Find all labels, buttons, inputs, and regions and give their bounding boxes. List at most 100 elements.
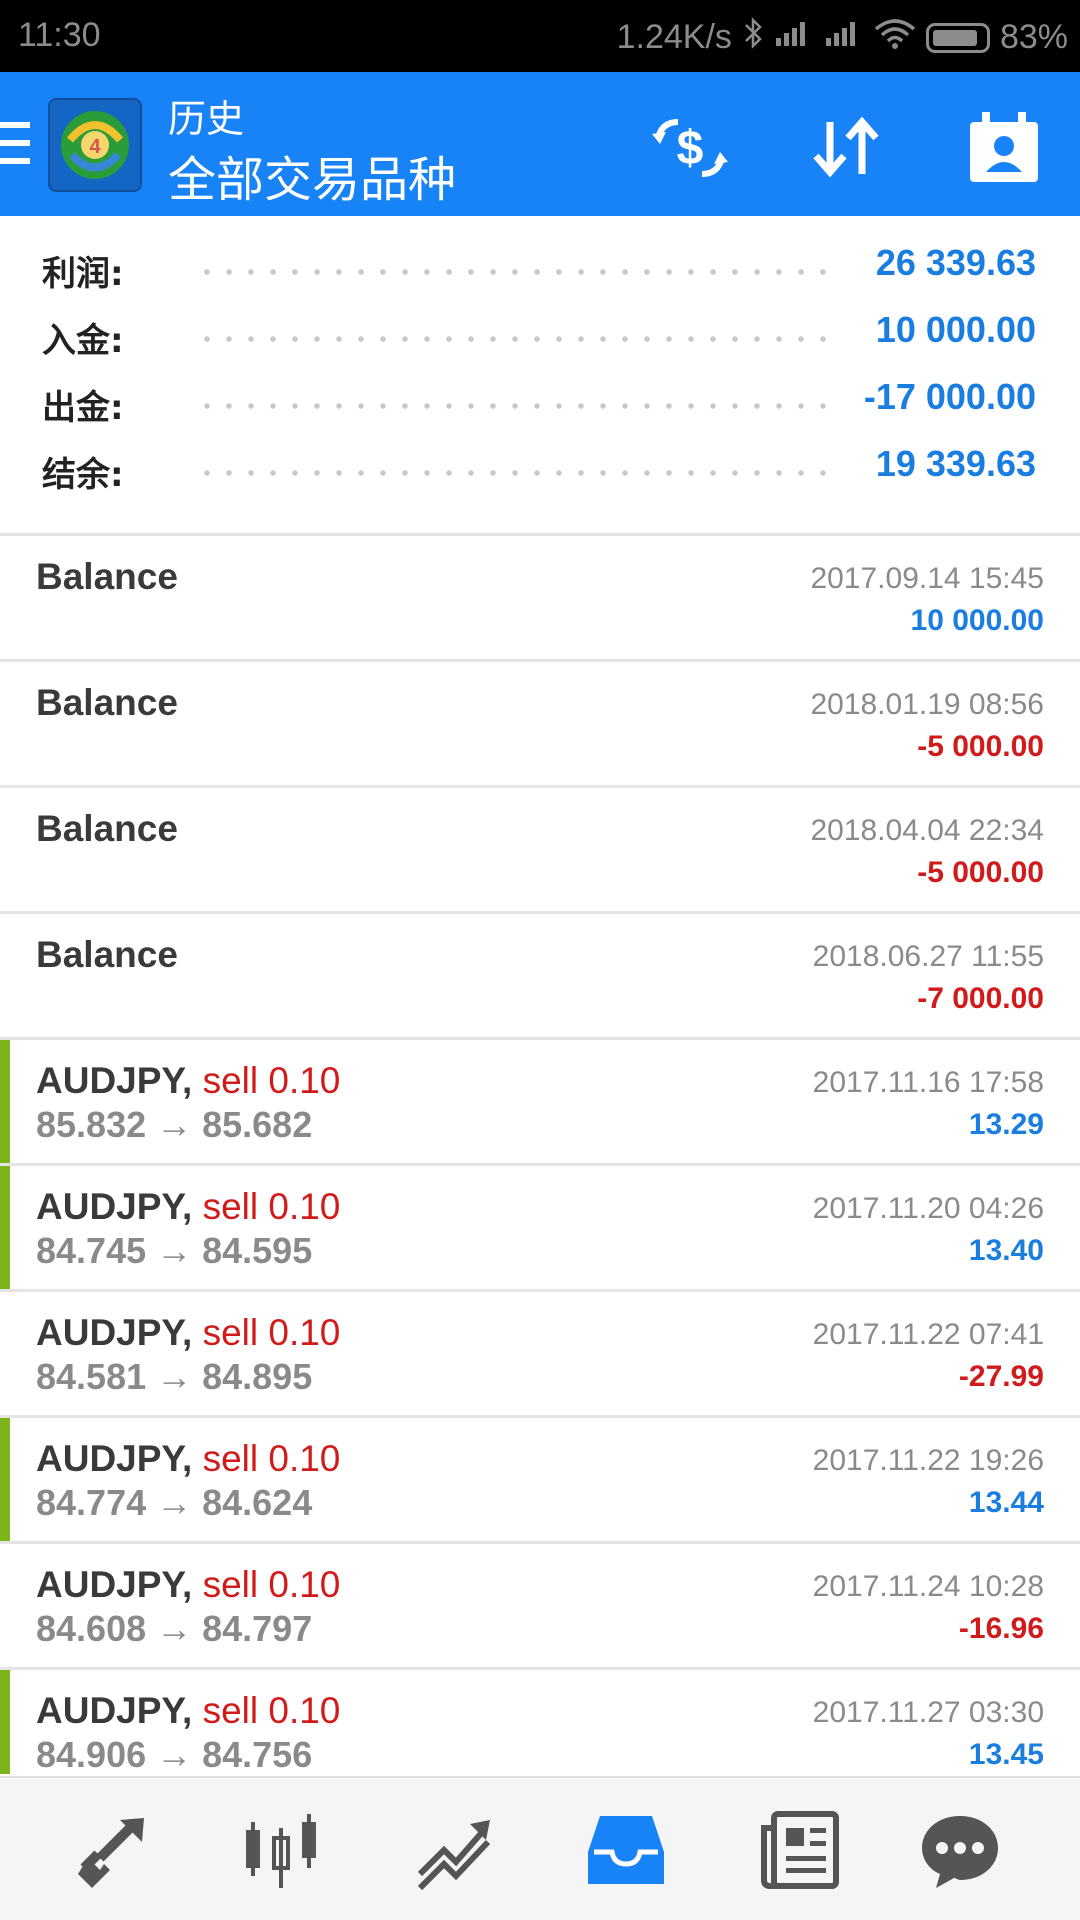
summary-label: 入金: xyxy=(42,321,124,361)
history-row[interactable]: AUDJPY, sell 0.10 84.906 → 84.756 2017.1… xyxy=(0,1670,1080,1774)
row-prices: 84.906 → 84.756 xyxy=(36,1734,313,1774)
row-side: sell 0.10 xyxy=(202,1438,341,1479)
row-date: 2017.11.22 07:41 xyxy=(812,1318,1044,1351)
bottom-navigation xyxy=(0,1776,1080,1920)
summary-row-deposit: 入金: 10 000.00 xyxy=(0,309,1080,380)
dot-leader xyxy=(196,268,836,276)
row-date: 2018.04.04 22:34 xyxy=(810,814,1044,847)
row-amount: -27.99 xyxy=(958,1360,1044,1393)
chart-candles-icon[interactable] xyxy=(240,1808,324,1892)
profit-bar xyxy=(0,1670,10,1774)
row-prices: 85.832 → 85.682 xyxy=(36,1104,313,1145)
history-row[interactable]: AUDJPY, sell 0.10 84.745 → 84.595 2017.1… xyxy=(0,1166,1080,1292)
row-title: AUDJPY, sell 0.10 xyxy=(36,1438,340,1480)
profit-bar xyxy=(0,1040,10,1163)
row-title: AUDJPY, sell 0.10 xyxy=(36,1312,340,1354)
battery-level: 83% xyxy=(999,18,1068,56)
row-symbol: AUDJPY, xyxy=(36,1186,193,1227)
chat-icon[interactable] xyxy=(918,1808,1002,1892)
row-symbol: Balance xyxy=(36,556,178,597)
app-bar: 4 历史 全部交易品种 $ xyxy=(0,72,1080,216)
row-title: AUDJPY, sell 0.10 xyxy=(36,1564,340,1606)
history-row[interactable]: Balance 2018.04.04 22:34 -5 000.00 xyxy=(0,788,1080,914)
row-prices: 84.774 → 84.624 xyxy=(36,1482,313,1523)
row-side: sell 0.10 xyxy=(202,1690,341,1731)
history-inbox-icon[interactable] xyxy=(584,1808,668,1892)
row-date: 2017.11.24 10:28 xyxy=(812,1570,1044,1603)
summary-label: 利润: xyxy=(42,254,124,294)
wifi-icon xyxy=(874,17,916,58)
currency-exchange-icon[interactable]: $ xyxy=(650,108,730,188)
dot-leader xyxy=(196,335,836,343)
row-symbol: AUDJPY, xyxy=(36,1564,193,1605)
row-symbol: AUDJPY, xyxy=(36,1312,193,1353)
dot-leader xyxy=(196,469,836,477)
quotes-arrows-icon[interactable] xyxy=(70,1808,154,1892)
row-amount: 13.45 xyxy=(968,1738,1044,1771)
row-symbol: Balance xyxy=(36,934,178,975)
row-date: 2017.09.14 15:45 xyxy=(810,562,1044,595)
status-icons: 1.24K/s 83% xyxy=(617,16,1068,59)
profit-bar xyxy=(0,1166,10,1289)
net-speed: 1.24K/s xyxy=(616,18,732,56)
signal-icon xyxy=(774,18,814,57)
summary-value: -17 000.00 xyxy=(863,376,1036,417)
summary-panel: 利润: 26 339.63 入金: 10 000.00 出金: -17 000.… xyxy=(0,216,1080,536)
row-date: 2018.06.27 11:55 xyxy=(812,940,1044,973)
row-amount: 10 000.00 xyxy=(910,604,1044,637)
row-side: sell 0.10 xyxy=(202,1060,341,1101)
battery-icon xyxy=(925,22,990,53)
summary-value: 19 339.63 xyxy=(875,443,1036,484)
summary-row-withdrawal: 出金: -17 000.00 xyxy=(0,376,1080,447)
app-logo[interactable]: 4 xyxy=(48,98,142,192)
summary-label: 结余: xyxy=(42,455,124,495)
summary-label: 出金: xyxy=(42,388,124,428)
history-row[interactable]: AUDJPY, sell 0.10 84.608 → 84.797 2017.1… xyxy=(0,1544,1080,1670)
row-symbol: AUDJPY, xyxy=(36,1690,193,1731)
dot-leader xyxy=(196,402,836,410)
summary-value: 26 339.63 xyxy=(875,242,1036,283)
row-date: 2017.11.27 03:30 xyxy=(812,1696,1044,1729)
row-date: 2017.11.20 04:26 xyxy=(812,1192,1044,1225)
row-side: sell 0.10 xyxy=(202,1564,341,1605)
history-row[interactable]: AUDJPY, sell 0.10 84.774 → 84.624 2017.1… xyxy=(0,1418,1080,1544)
news-icon[interactable] xyxy=(758,1808,842,1892)
row-amount: -5 000.00 xyxy=(917,856,1044,889)
history-row[interactable]: AUDJPY, sell 0.10 85.832 → 85.682 2017.1… xyxy=(0,1040,1080,1166)
status-time: 11:30 xyxy=(18,16,101,54)
row-prices: 84.581 → 84.895 xyxy=(36,1356,313,1397)
calendar-contact-icon[interactable] xyxy=(964,108,1044,188)
page-title: 历史 xyxy=(168,97,245,141)
history-row[interactable]: Balance 2017.09.14 15:45 10 000.00 xyxy=(0,536,1080,662)
row-symbol: Balance xyxy=(36,808,178,849)
svg-text:4: 4 xyxy=(89,136,101,158)
row-date: 2017.11.16 17:58 xyxy=(812,1066,1044,1099)
signal-icon-2 xyxy=(824,18,864,57)
summary-value: 10 000.00 xyxy=(875,309,1036,350)
row-date: 2017.11.22 19:26 xyxy=(812,1444,1044,1477)
row-symbol: AUDJPY, xyxy=(36,1060,193,1101)
row-amount: 13.29 xyxy=(968,1108,1044,1141)
row-prices: 84.608 → 84.797 xyxy=(36,1608,313,1649)
row-amount: -5 000.00 xyxy=(917,730,1044,763)
symbol-filter-title[interactable]: 全部交易品种 xyxy=(168,140,456,210)
row-prices: 84.745 → 84.595 xyxy=(36,1230,313,1271)
summary-row-profit: 利润: 26 339.63 xyxy=(0,242,1080,313)
menu-icon[interactable] xyxy=(0,122,30,166)
row-symbol: Balance xyxy=(36,682,178,723)
history-row[interactable]: Balance 2018.06.27 11:55 -7 000.00 xyxy=(0,914,1080,1040)
row-title: AUDJPY, sell 0.10 xyxy=(36,1690,340,1732)
history-row[interactable]: Balance 2018.01.19 08:56 -5 000.00 xyxy=(0,662,1080,788)
history-row[interactable]: AUDJPY, sell 0.10 84.581 → 84.895 2017.1… xyxy=(0,1292,1080,1418)
row-side: sell 0.10 xyxy=(202,1186,341,1227)
row-title: AUDJPY, sell 0.10 xyxy=(36,1186,340,1228)
row-symbol: AUDJPY, xyxy=(36,1438,193,1479)
sort-icon[interactable] xyxy=(806,108,886,188)
status-bar: 11:30 1.24K/s 83% xyxy=(0,0,1080,72)
profit-bar xyxy=(0,1418,10,1541)
row-amount: -16.96 xyxy=(958,1612,1044,1645)
row-amount: 13.44 xyxy=(968,1486,1044,1519)
trade-icon[interactable] xyxy=(414,1808,498,1892)
row-title: AUDJPY, sell 0.10 xyxy=(36,1060,340,1102)
svg-text:$: $ xyxy=(677,122,704,175)
